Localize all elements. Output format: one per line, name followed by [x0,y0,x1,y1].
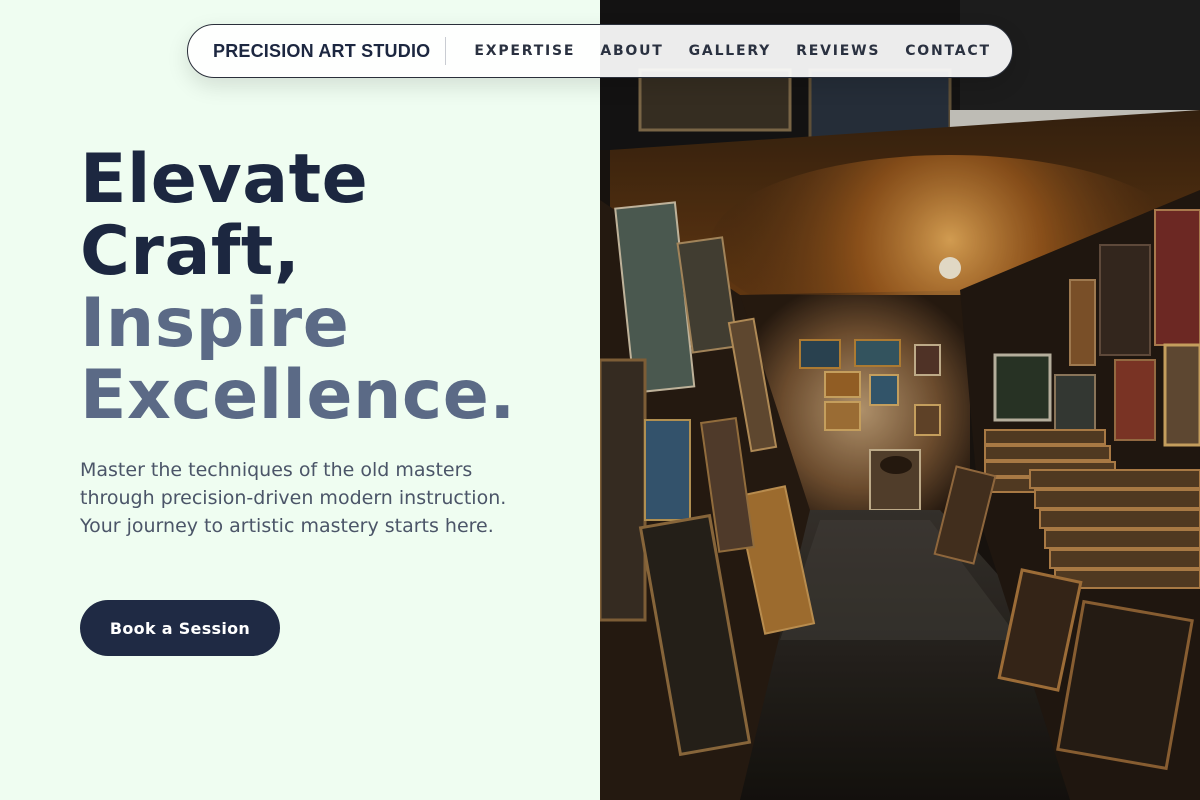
nav-links: EXPERTISE ABOUT GALLERY REVIEWS CONTACT [474,43,990,59]
gallery-photo [600,0,1200,800]
headline-line-1: Elevate [80,140,369,219]
nav-link-contact[interactable]: CONTACT [905,43,991,59]
headline-line-3: Inspire [80,284,350,363]
top-navigation: PRECISION ART STUDIO EXPERTISE ABOUT GAL… [187,24,1013,78]
brand-logo[interactable]: PRECISION ART STUDIO [188,41,445,62]
headline-line-2: Craft, [80,212,301,291]
nav-link-about[interactable]: ABOUT [600,43,663,59]
gallery-photo-illustration [600,0,1200,800]
nav-link-reviews[interactable]: REVIEWS [796,43,880,59]
book-session-button[interactable]: Book a Session [80,600,280,656]
nav-link-expertise[interactable]: EXPERTISE [474,43,575,59]
headline-line-4: Excellence. [80,356,516,435]
hero-description: Master the techniques of the old masters… [80,459,507,537]
hero-text-panel: Elevate Craft, Inspire Excellence. Maste… [0,0,600,800]
nav-link-gallery[interactable]: GALLERY [689,43,771,59]
hero-headline: Elevate Craft, Inspire Excellence. [80,144,516,432]
nav-divider [445,37,447,65]
